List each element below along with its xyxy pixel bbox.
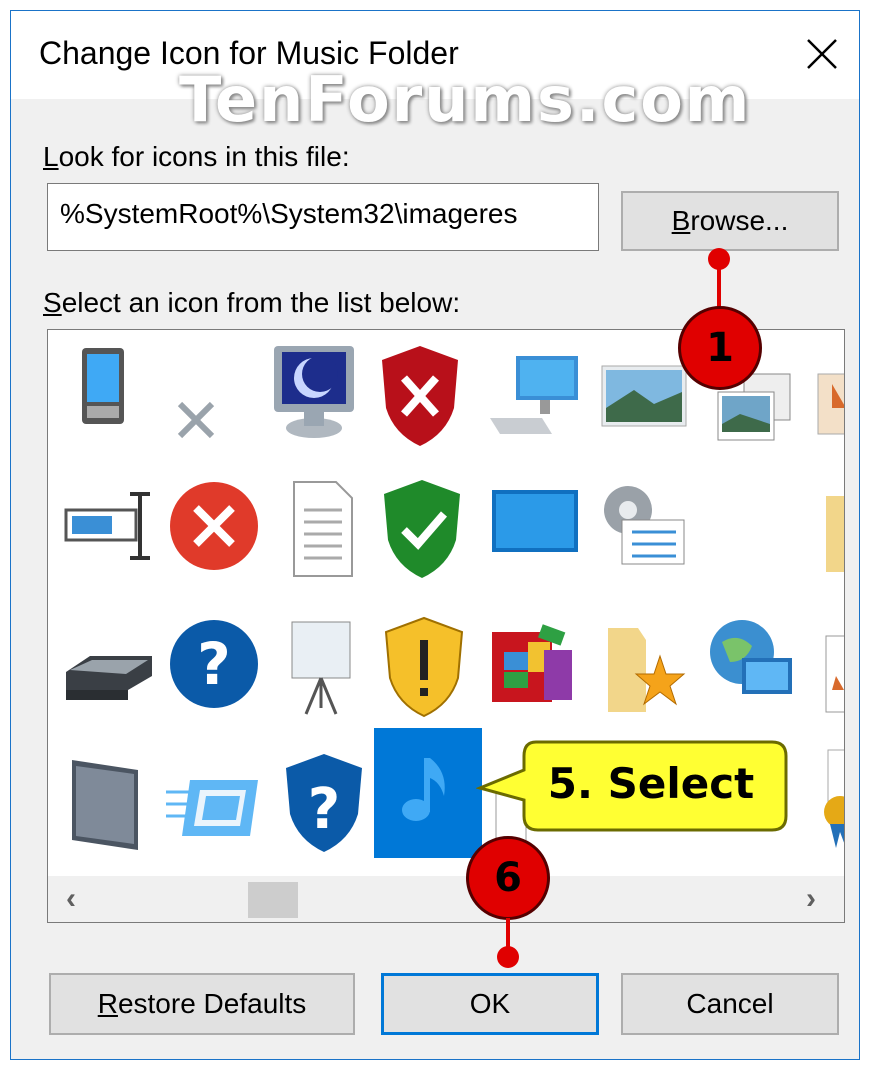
cancel-button[interactable]: Cancel <box>621 973 839 1035</box>
display-icon[interactable] <box>482 476 582 588</box>
document-partial-icon[interactable] <box>812 612 844 724</box>
desktop-computer-icon[interactable] <box>482 338 582 450</box>
partial-icon[interactable] <box>812 338 844 450</box>
shield-warning-icon[interactable] <box>374 612 474 724</box>
document-icon[interactable] <box>272 476 372 588</box>
close-icon <box>807 39 837 69</box>
favorite-folder-icon[interactable] <box>594 612 694 724</box>
settings-checklist-icon[interactable] <box>592 476 692 588</box>
scanner-icon[interactable] <box>60 612 160 724</box>
change-icon-dialog: Change Icon for Music Folder TenForums.c… <box>10 10 860 1060</box>
music-note-icon[interactable] <box>374 728 482 858</box>
step6-badge: 6 <box>466 836 550 920</box>
projector-screen-icon[interactable] <box>276 612 376 724</box>
svg-text:?: ? <box>308 777 340 842</box>
screen-motion-icon[interactable] <box>162 740 262 852</box>
icon-list-label: Select an icon from the list below: <box>43 287 461 318</box>
error-circle-icon[interactable] <box>162 476 262 588</box>
select-callout: 5. Select <box>476 734 796 844</box>
icon-file-path-input[interactable]: %SystemRoot%\System32\imageres <box>47 183 599 251</box>
award-icon[interactable] <box>812 740 844 852</box>
pda-icon[interactable] <box>60 338 160 450</box>
monitor-moon-icon[interactable] <box>262 338 362 450</box>
callout-label: 5. Select <box>547 758 755 808</box>
step1-badge: 1 <box>678 306 762 390</box>
network-globe-icon[interactable] <box>702 612 802 724</box>
help-circle-icon[interactable]: ? <box>162 612 262 724</box>
shield-green-check-icon[interactable] <box>372 476 472 588</box>
step6-pin-dot <box>497 946 519 968</box>
scroll-thumb[interactable] <box>248 882 298 918</box>
horizontal-scrollbar[interactable]: ‹ › <box>48 876 844 922</box>
restore-defaults-button[interactable]: Restore Defaults <box>49 973 355 1035</box>
file-label: Look for icons in this file: <box>43 141 350 172</box>
cancel-label: Cancel <box>686 988 774 1019</box>
tablet-icon[interactable] <box>60 740 160 852</box>
programs-icon[interactable] <box>482 612 582 724</box>
shield-red-x-icon[interactable] <box>370 338 470 450</box>
text-field-icon[interactable] <box>60 476 160 588</box>
ok-button[interactable]: OK <box>381 973 599 1035</box>
ok-label: OK <box>469 988 511 1019</box>
dialog-title: Change Icon for Music Folder <box>39 35 459 71</box>
restore-defaults-label: Restore Defaults <box>97 988 307 1019</box>
x-mark-icon[interactable] <box>152 338 252 450</box>
scroll-right-icon[interactable]: › <box>806 882 816 916</box>
svg-text:?: ? <box>197 630 231 698</box>
scroll-left-icon[interactable]: ‹ <box>66 882 76 916</box>
browse-button[interactable]: Browse... <box>621 191 839 251</box>
title-bar: Change Icon for Music Folder <box>11 11 859 99</box>
shield-help-icon[interactable]: ? <box>274 740 374 852</box>
close-button[interactable] <box>799 31 845 77</box>
folder-partial-icon[interactable] <box>812 476 844 588</box>
browse-label: Browse... <box>671 205 789 236</box>
